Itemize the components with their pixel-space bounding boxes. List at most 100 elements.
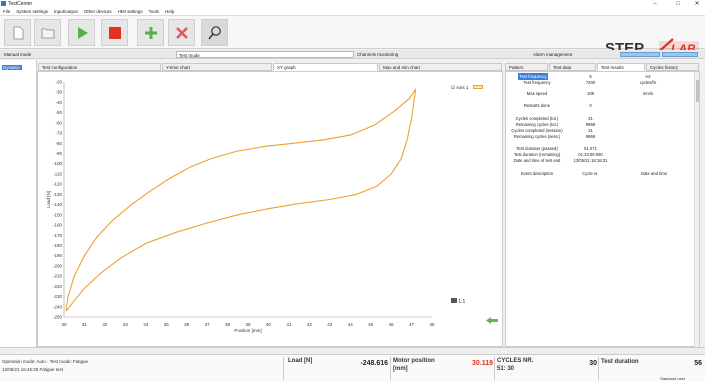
events-header: Event description Cycle nr. Date and tim…	[506, 170, 701, 178]
result-value: 9969	[585, 134, 596, 139]
data-point	[149, 190, 151, 192]
minimize-button[interactable]: –	[645, 0, 665, 8]
result-label: Date and time of test end	[513, 158, 561, 163]
close-button[interactable]: ✕	[687, 0, 705, 8]
y-tick-label: -160	[53, 223, 63, 228]
app-icon	[1, 1, 6, 6]
y-tick-label: -200	[53, 263, 63, 268]
zoom-control[interactable]: 1:1	[451, 298, 465, 305]
tab-test-results[interactable]: Test results	[597, 63, 645, 71]
data-point	[415, 88, 417, 90]
data-point	[267, 208, 269, 210]
menu-file[interactable]: File	[0, 8, 13, 15]
y-tick-label: -60	[55, 120, 62, 125]
tab-cycles-history[interactable]: Cycles history	[646, 63, 699, 71]
right-tabs: Pattern Test data Test results Cycles hi…	[505, 63, 700, 71]
menu-help[interactable]: Help	[162, 8, 177, 15]
x-tick-label: 43	[327, 322, 333, 327]
test-mode-tab[interactable]: Test mode	[176, 51, 354, 58]
data-point	[169, 177, 171, 179]
tab-test-configuration[interactable]: Test configuration	[38, 63, 161, 71]
new-file-button[interactable]	[4, 19, 31, 46]
stop-button[interactable]	[101, 19, 128, 46]
maximize-button[interactable]: □	[668, 0, 688, 8]
x-tick-label: 40	[266, 322, 272, 327]
results-row: Remaining cycles (sess.) 9969	[506, 133, 701, 140]
tab-xy-graph[interactable]: XY graph	[273, 63, 378, 71]
data-point	[376, 185, 378, 187]
channels-monitoring-tab[interactable]: Channels monitoring	[355, 51, 530, 58]
alarm-management-tab[interactable]: Alarm management	[531, 51, 621, 58]
result-label: Max speed	[526, 91, 548, 96]
add-button[interactable]	[137, 19, 164, 46]
new-file-icon	[13, 26, 24, 40]
menu-bar: File System settings Input/output Other dev…	[0, 8, 705, 16]
tab-test-data[interactable]: Test data	[549, 63, 596, 71]
add-icon	[145, 27, 157, 39]
menu-input-output[interactable]: Input/output	[51, 8, 81, 15]
cycles-sub: 51: 30	[497, 366, 515, 372]
data-point	[210, 158, 212, 160]
title-bar: TestCenter – □ ✕	[0, 0, 705, 8]
y-tick-label: -220	[53, 284, 63, 289]
play-button[interactable]	[68, 19, 95, 46]
manual-mode-tab[interactable]: Manual mode	[2, 51, 174, 58]
data-point	[374, 124, 376, 126]
menu-hmi-settings[interactable]: HMI settings	[115, 8, 146, 15]
data-point	[407, 137, 408, 139]
data-point	[120, 257, 122, 259]
x-axis-title: Position [mm]	[234, 328, 261, 333]
delete-button[interactable]	[168, 19, 195, 46]
result-unit: cycles/hr	[639, 80, 657, 85]
y-tick-label: -250	[53, 315, 63, 320]
cycles-value: 30	[589, 360, 597, 367]
tab-pattern[interactable]: Pattern	[505, 63, 548, 71]
test-duration-value: 56	[694, 360, 702, 367]
x-tick-label: 41	[286, 322, 292, 327]
y-tick-label: -140	[53, 202, 63, 207]
y-tick-label: -40	[55, 100, 62, 105]
data-point	[145, 242, 147, 244]
x-tick-label: 30	[61, 322, 67, 327]
data-point	[349, 134, 351, 136]
events-header-cycle: Cycle nr.	[582, 171, 599, 176]
result-label: Test frequency	[523, 80, 551, 85]
tab-max-min-chart[interactable]: Max and min chart	[379, 63, 502, 71]
cycles-label: CYCLES NR.	[497, 358, 534, 364]
menu-tools[interactable]: Tools	[146, 8, 163, 15]
data-point	[292, 142, 294, 144]
y-tick-label: -170	[53, 233, 63, 238]
y-tick-label: -210	[53, 274, 63, 279]
data-point	[73, 275, 75, 277]
legend-swatch	[472, 85, 483, 89]
xy-graph[interactable]: 30 31 32 33 34 35 36 37 38 39 40 41 42 43 44 45 46 47 48 -2…	[38, 72, 502, 346]
vertical-scrollbar[interactable]	[694, 72, 699, 348]
open-folder-button[interactable]	[34, 19, 61, 46]
window-title: TestCenter	[8, 1, 33, 7]
list-item-dynamic[interactable]: Dynamic	[2, 65, 22, 70]
y-tick-label: -80	[55, 141, 62, 146]
load-value: -248.616	[360, 360, 388, 367]
divider	[0, 347, 705, 355]
back-arrow-icon[interactable]	[486, 317, 498, 324]
data-point	[298, 203, 300, 205]
search-icon	[208, 26, 221, 40]
x-tick-label: 44	[348, 322, 354, 327]
data-point	[321, 139, 323, 141]
legend-checkbox[interactable]: ☑	[451, 85, 455, 90]
menu-other-devices[interactable]: Other devices	[81, 8, 115, 15]
data-point	[67, 308, 69, 310]
search-button[interactable]	[201, 19, 228, 46]
y-tick-label: -230	[53, 294, 63, 299]
tab-y-time-chart[interactable]: Y-time chart	[162, 63, 272, 71]
open-folder-icon	[41, 28, 55, 39]
legend-label: Axis 1	[456, 85, 469, 90]
y-tick-label: -190	[53, 253, 63, 258]
x-tick-label: 36	[184, 322, 190, 327]
data-point	[83, 287, 85, 289]
y-tick-label: -110	[53, 171, 62, 176]
menu-system-settings[interactable]: System settings	[13, 8, 51, 15]
data-point	[67, 296, 69, 298]
y-tick-label: -180	[53, 243, 63, 248]
data-point	[409, 97, 410, 99]
